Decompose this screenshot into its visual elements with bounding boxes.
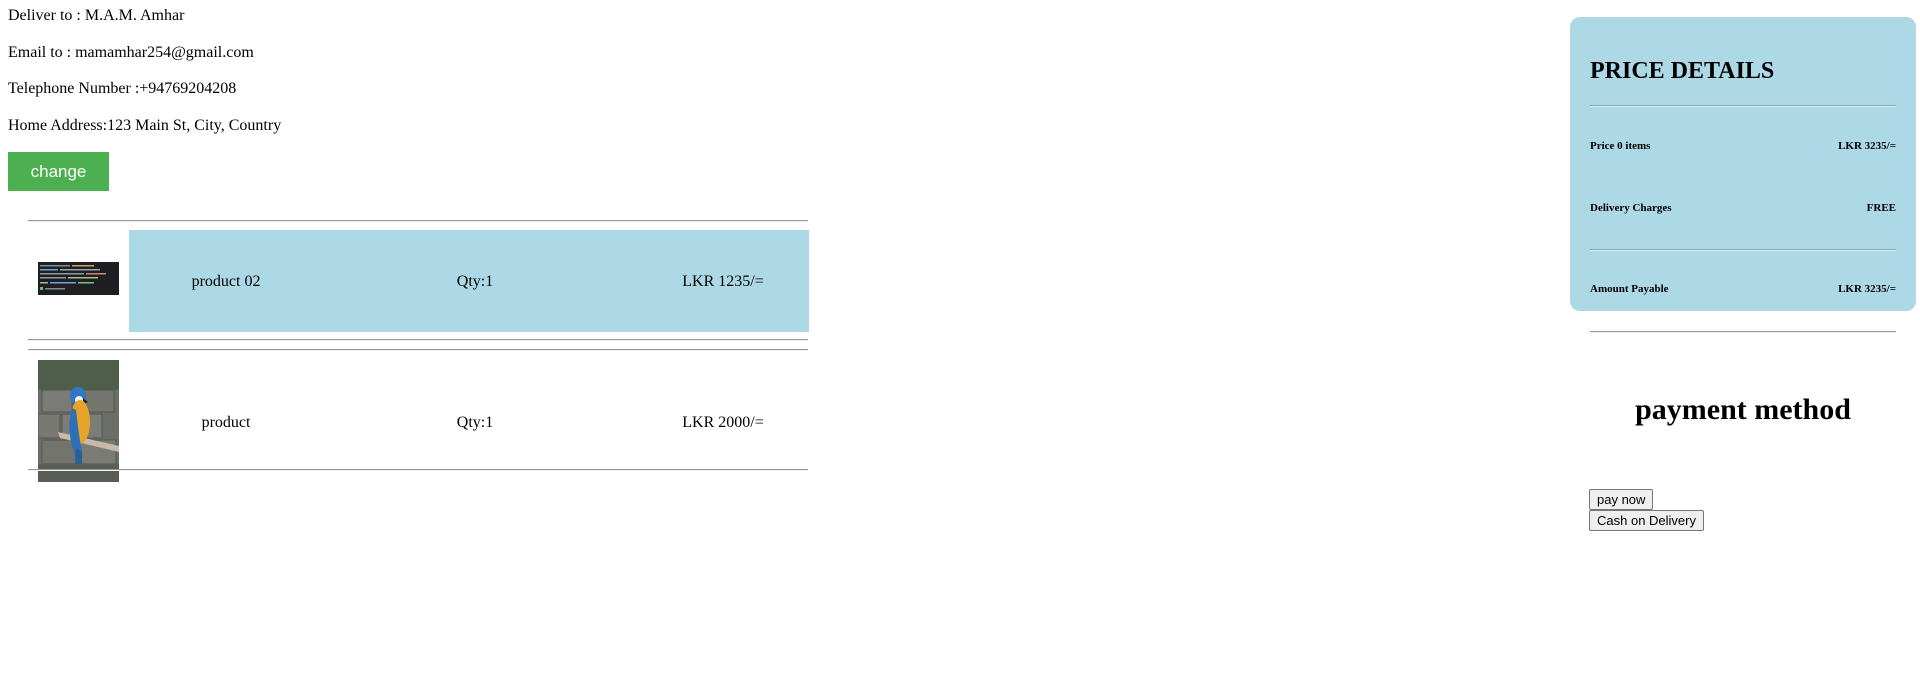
change-button[interactable]: change (8, 152, 109, 191)
divider (28, 349, 808, 351)
payment-method-title: payment method (1635, 393, 1851, 426)
divider (1590, 249, 1896, 251)
code-screenshot-icon (38, 262, 119, 295)
pay-now-button[interactable]: pay now (1589, 489, 1654, 510)
product-qty: Qty:1 (456, 273, 494, 290)
amount-payable-row: Amount Payable LKR 3235/= (1590, 282, 1896, 296)
delivery-charges-label: Delivery Charges (1590, 202, 1672, 214)
divider (28, 220, 808, 222)
price-details-card: PRICE DETAILS Price 0 items LKR 3235/= D… (1570, 17, 1916, 311)
product-qty: Qty:1 (456, 414, 494, 431)
price-row-label: Price 0 items (1590, 140, 1651, 152)
checkout-page: Deliver to : M.A.M. Amhar Email to : mam… (0, 0, 1920, 697)
telephone-text: Telephone Number :+94769204208 (8, 80, 237, 97)
delivery-charges-value: FREE (1866, 202, 1896, 214)
price-details-title: PRICE DETAILS (1590, 58, 1775, 84)
product-name: product (201, 414, 251, 431)
divider (1590, 331, 1896, 333)
divider (1590, 105, 1896, 107)
email-text: Email to : mamamhar254@gmail.com (8, 44, 254, 61)
delivery-charges-row: Delivery Charges FREE (1590, 201, 1896, 215)
product-thumbnail-parrot (38, 360, 119, 482)
parrot-photo-icon (38, 360, 119, 482)
product-name: product 02 (191, 273, 261, 290)
divider (28, 339, 808, 341)
divider (28, 469, 808, 471)
price-row: Price 0 items LKR 3235/= (1590, 139, 1896, 153)
home-address-text: Home Address:123 Main St, City, Country (8, 117, 282, 134)
price-row-value: LKR 3235/= (1838, 140, 1896, 152)
cash-on-delivery-button[interactable]: Cash on Delivery (1589, 510, 1704, 531)
amount-payable-value: LKR 3235/= (1838, 283, 1896, 295)
deliver-to-text: Deliver to : M.A.M. Amhar (8, 7, 185, 24)
product-thumbnail-code-editor (38, 262, 119, 295)
product-price: LKR 1235/= (682, 273, 764, 290)
product-price: LKR 2000/= (682, 414, 764, 431)
amount-payable-label: Amount Payable (1590, 283, 1669, 295)
